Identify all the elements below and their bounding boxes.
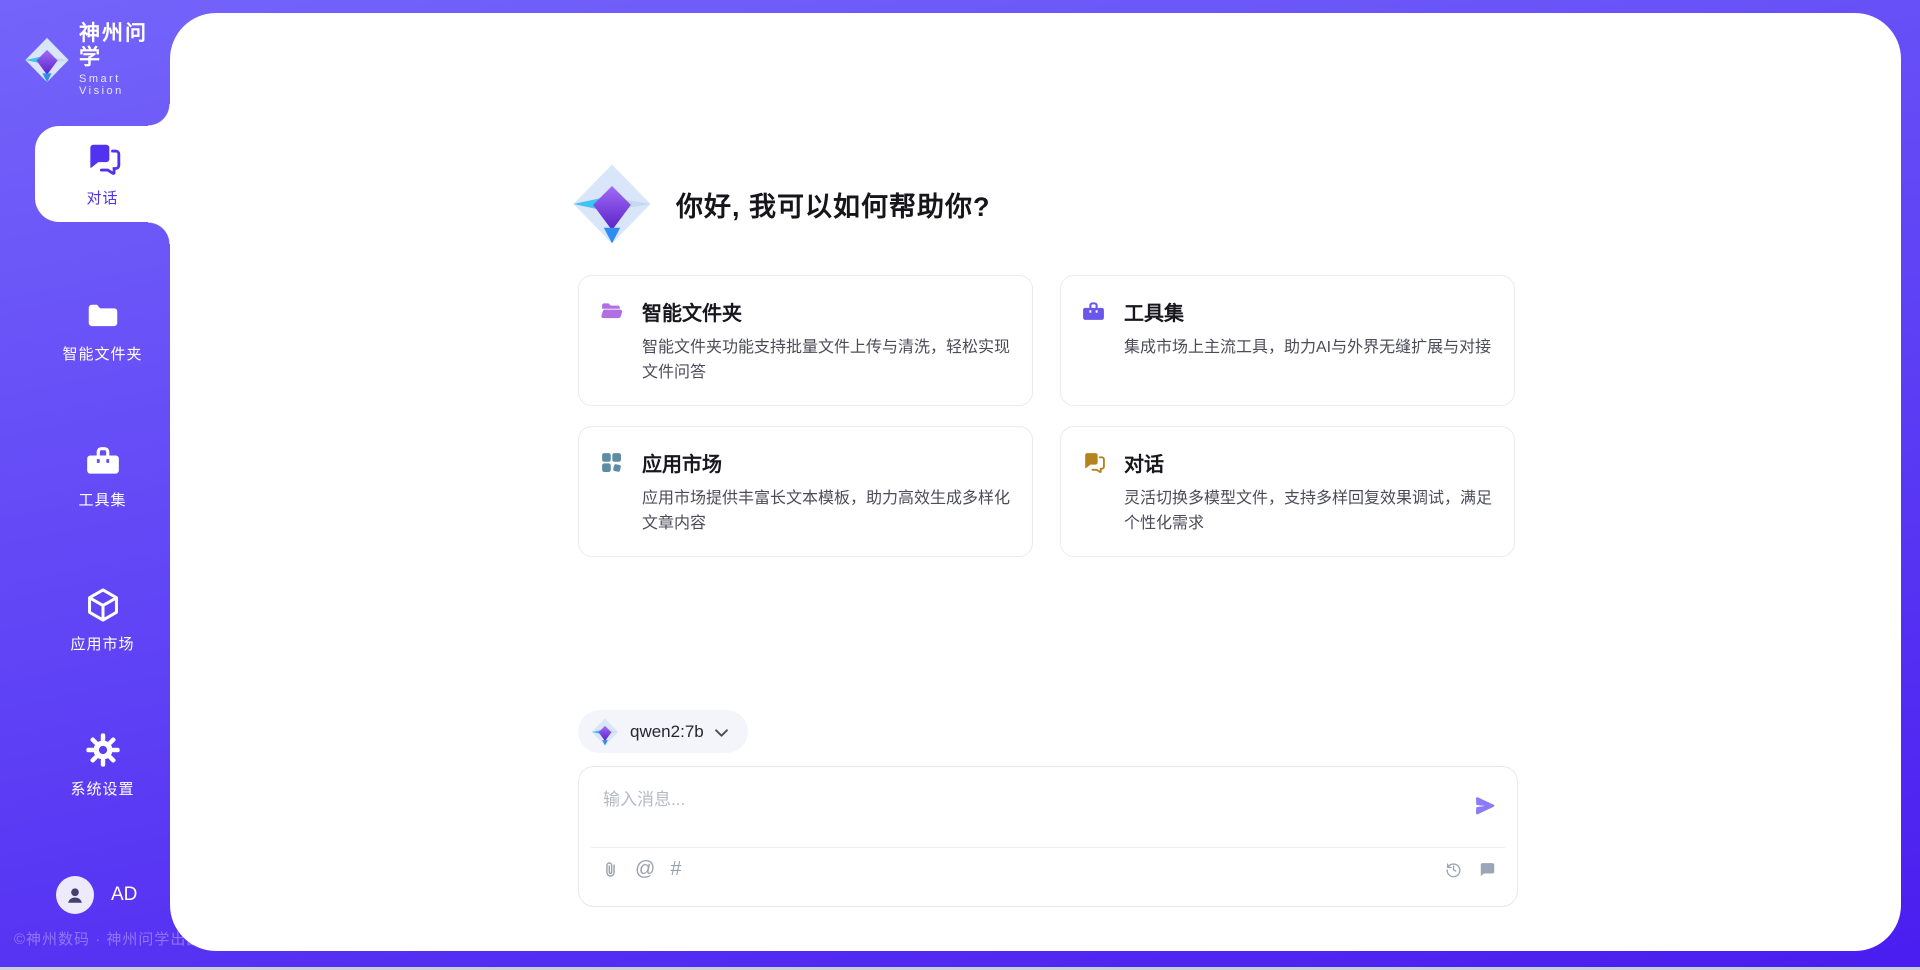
greeting-text: 你好, 我可以如何帮助你? — [676, 185, 991, 224]
at-icon: @ — [635, 859, 655, 879]
chevron-down-icon — [715, 729, 728, 737]
card-toolset[interactable]: 工具集 集成市场上主流工具，助力AI与外界无缝扩展与对接 — [1060, 275, 1515, 406]
card-description: 智能文件夹功能支持批量文件上传与清洗，轻松实现文件问答 — [642, 335, 1014, 385]
toolbox-icon — [1081, 299, 1106, 324]
card-smart-folder[interactable]: 智能文件夹 智能文件夹功能支持批量文件上传与清洗，轻松实现文件问答 — [578, 275, 1033, 406]
chat-icon — [84, 140, 122, 178]
chat-square-icon — [1478, 860, 1497, 879]
user-name: AD — [111, 884, 137, 906]
composer-divider — [591, 847, 1505, 848]
topic-button[interactable]: # — [670, 859, 681, 879]
hash-icon: # — [670, 859, 681, 879]
card-title: 工具集 — [1124, 297, 1184, 326]
chat-icon — [1081, 450, 1106, 475]
brand-diamond-icon — [591, 718, 619, 746]
grid-icon — [599, 450, 624, 475]
greeting: 你好, 我可以如何帮助你? — [571, 163, 991, 245]
card-app-market[interactable]: 应用市场 应用市场提供丰富长文本模板，助力高效生成多样化文章内容 — [578, 426, 1033, 557]
sidebar-item-label: 智能文件夹 — [62, 343, 142, 364]
new-chat-button[interactable] — [1478, 860, 1497, 879]
folder-icon — [84, 296, 122, 334]
send-icon[interactable] — [1473, 794, 1497, 818]
history-icon — [1444, 860, 1463, 879]
toolbox-icon — [84, 442, 122, 480]
mention-button[interactable]: @ — [635, 859, 655, 879]
folder-open-icon — [599, 299, 624, 324]
brand-logo: 神州问学 Smart Vision — [24, 22, 170, 97]
sidebar-item-label: 对话 — [86, 187, 118, 208]
paperclip-icon — [601, 860, 620, 879]
model-name: qwen2:7b — [630, 722, 704, 742]
sidebar-item-toolset[interactable]: 工具集 — [35, 428, 170, 524]
sidebar-item-label: 工具集 — [78, 489, 126, 510]
brand-diamond-icon — [571, 163, 653, 245]
card-description: 集成市场上主流工具，助力AI与外界无缝扩展与对接 — [1124, 335, 1496, 360]
copyright-footer: ©神州数码 · 神州问学出品 — [14, 928, 202, 949]
brand-diamond-icon — [24, 37, 70, 83]
model-selector[interactable]: qwen2:7b — [578, 710, 748, 753]
gear-icon — [84, 731, 122, 769]
attach-file-button[interactable] — [601, 860, 620, 879]
sidebar-item-smart-folder[interactable]: 智能文件夹 — [35, 282, 170, 378]
card-title: 智能文件夹 — [642, 297, 742, 326]
sidebar-item-settings[interactable]: 系统设置 — [35, 717, 170, 813]
person-icon — [64, 884, 86, 906]
card-description: 灵活切换多模型文件，支持多样回复效果调试，满足个性化需求 — [1124, 486, 1496, 536]
brand-subtitle: Smart Vision — [79, 73, 170, 97]
message-composer: @ # — [578, 766, 1518, 907]
sidebar-item-chat[interactable]: 对话 — [35, 126, 170, 222]
card-title: 应用市场 — [642, 448, 722, 477]
card-chat[interactable]: 对话 灵活切换多模型文件，支持多样回复效果调试，满足个性化需求 — [1060, 426, 1515, 557]
sidebar-item-label: 应用市场 — [70, 633, 134, 654]
avatar — [56, 876, 94, 914]
cube-icon — [84, 586, 122, 624]
sidebar-item-label: 系统设置 — [70, 778, 134, 799]
history-button[interactable] — [1444, 860, 1463, 879]
card-title: 对话 — [1124, 448, 1164, 477]
message-input[interactable] — [601, 783, 1460, 843]
sidebar-item-app-market[interactable]: 应用市场 — [35, 572, 170, 668]
card-description: 应用市场提供丰富长文本模板，助力高效生成多样化文章内容 — [642, 486, 1014, 536]
sidebar: 神州问学 Smart Vision 对话 智能文件夹 工具集 应用市场 — [0, 0, 170, 970]
brand-name: 神州问学 — [79, 22, 170, 70]
user-profile[interactable]: AD — [56, 876, 137, 914]
